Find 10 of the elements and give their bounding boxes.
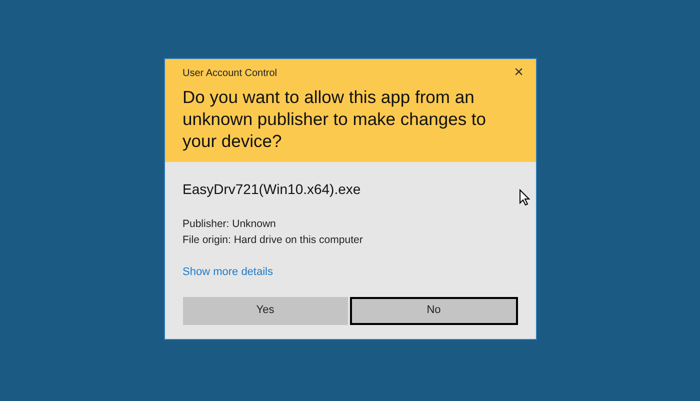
window-title: User Account Control bbox=[182, 67, 277, 81]
detail-text: Publisher: Unknown bbox=[182, 217, 277, 232]
mouse-pointer-icon bbox=[518, 189, 530, 206]
detail-text: File origin: Hard drive on this computer bbox=[182, 233, 364, 248]
show-details-link[interactable]: Show more details bbox=[182, 264, 273, 280]
dialog-button[interactable]: Yes bbox=[182, 296, 348, 324]
dialog-button[interactable]: No bbox=[350, 296, 518, 324]
program-name: EasyDrv721(Win10.x64).exe bbox=[182, 180, 362, 199]
question-text: Do you want to allow this app from an unknown publisher to make changes to your device? bbox=[182, 86, 488, 152]
close-button[interactable]: × bbox=[514, 66, 524, 80]
